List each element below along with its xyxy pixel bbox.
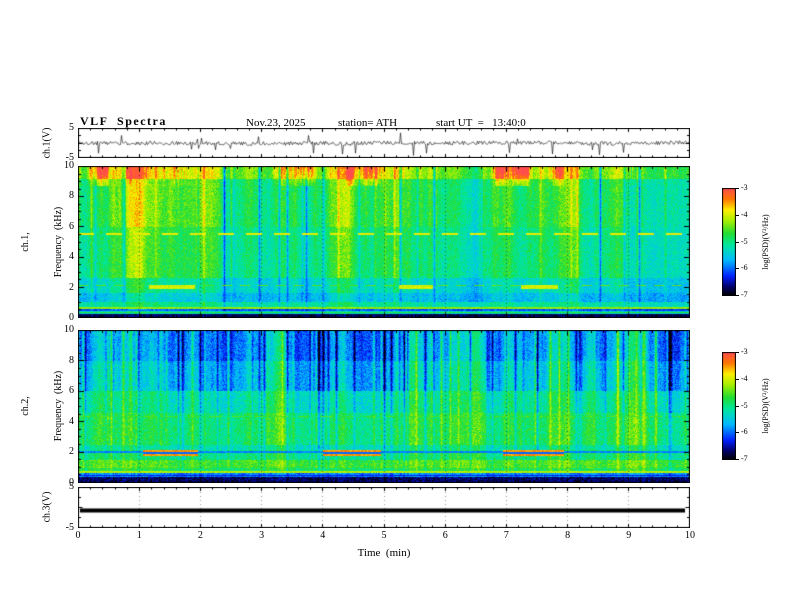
- y-axis-tick-label: 5: [69, 481, 74, 492]
- ch3-waveform-plot: [78, 487, 690, 528]
- colorbar-tick-label: -6: [741, 427, 748, 437]
- figure-title: VLF Spectra: [80, 114, 167, 128]
- axis-label-channel-line: ch.2,: [20, 396, 31, 416]
- colorbar-tick-mark: [736, 432, 739, 433]
- y-axis-tick-label: 2: [69, 446, 74, 458]
- colorbar-tick-label: -5: [741, 400, 748, 410]
- axis-label-channel-line: ch.1,: [20, 232, 31, 252]
- ch1-spectrogram-plot: [78, 166, 690, 318]
- ch3-voltage-axis-label: ch.3(V): [41, 491, 53, 523]
- colorbar-tick-label: -3: [741, 183, 748, 192]
- x-axis-title: Time (min): [357, 547, 411, 559]
- y-axis-tick-label: 8: [69, 354, 74, 366]
- colorbar-tick-label: -4: [741, 373, 748, 383]
- vlf-spectra-figure: VLF Spectra Nov.23, 2025 station= ATH st…: [0, 0, 792, 612]
- x-axis-tick-label: 10: [685, 530, 695, 541]
- x-axis-tick-label: 9: [626, 530, 632, 541]
- y-axis-tick-label: 4: [69, 251, 74, 263]
- y-axis-tick-label: 10: [64, 160, 74, 171]
- y-axis-tick-label: 4: [69, 415, 74, 427]
- axis-label-frequency-line: Frequency (kHz): [53, 206, 64, 278]
- y-axis-tick-label: 2: [69, 281, 74, 293]
- x-axis-tick-label: 3: [259, 530, 265, 541]
- colorbar-tick-mark: [736, 295, 739, 296]
- colorbar-ch1-label: log(PSD)(V²/Hz): [761, 214, 770, 270]
- colorbar-tick-mark: [736, 379, 739, 380]
- colorbar-tick-label: -7: [741, 454, 748, 463]
- colorbar-tick-label: -4: [741, 209, 748, 219]
- x-axis-tick-label: 6: [442, 530, 448, 541]
- ch1-waveform-plot: [78, 128, 690, 158]
- colorbar-tick-mark: [736, 352, 739, 353]
- x-axis-tick-label: 2: [197, 530, 203, 541]
- colorbar-tick-label: -3: [741, 347, 748, 356]
- y-axis-tick-label: 6: [69, 385, 74, 397]
- ch1-frequency-axis-label: ch.1, Frequency (kHz): [0, 207, 86, 278]
- x-axis-tick-label: 1: [136, 530, 142, 541]
- colorbar-tick-mark: [736, 242, 739, 243]
- x-axis-tick-label: 7: [503, 530, 509, 541]
- y-axis-tick-label: 5: [69, 122, 74, 133]
- x-axis-tick-label: 5: [381, 530, 387, 541]
- y-axis-tick-label: 6: [69, 220, 74, 232]
- colorbar-ch2: [722, 352, 736, 460]
- colorbar-tick-label: -7: [741, 290, 748, 299]
- colorbar-ch2-label: log(PSD)(V²/Hz): [761, 378, 770, 434]
- x-axis-tick-label: 8: [565, 530, 571, 541]
- ch2-frequency-axis-label: ch.2, Frequency (kHz): [0, 371, 86, 442]
- y-axis-tick-label: 10: [64, 324, 74, 335]
- colorbar-tick-mark: [736, 268, 739, 269]
- colorbar-ch1: [722, 188, 736, 296]
- colorbar-tick-label: -5: [741, 236, 748, 246]
- y-axis-tick-label: -5: [65, 522, 74, 533]
- axis-label-frequency-line: Frequency (kHz): [53, 370, 64, 442]
- y-axis-tick-label: 0: [69, 312, 74, 323]
- colorbar-tick-mark: [736, 459, 739, 460]
- ch2-spectrogram-plot: [78, 330, 690, 483]
- y-axis-tick-label: 8: [69, 190, 74, 202]
- colorbar-tick-label: -6: [741, 263, 748, 273]
- colorbar-tick-mark: [736, 215, 739, 216]
- x-axis-tick-label: 4: [320, 530, 326, 541]
- colorbar-tick-mark: [736, 406, 739, 407]
- colorbar-tick-mark: [736, 188, 739, 189]
